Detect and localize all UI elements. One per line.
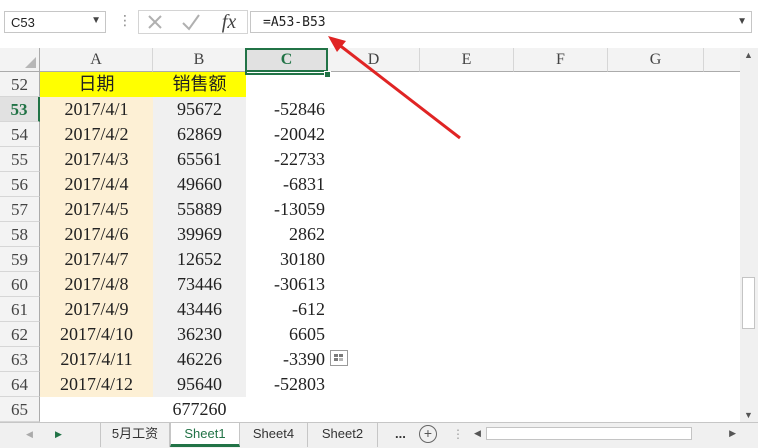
column-header-a[interactable]: A [40,48,153,72]
result-cell[interactable]: -52803 [246,372,328,397]
tab-sheet2[interactable]: Sheet2 [308,423,378,447]
chevron-down-icon[interactable]: ▼ [91,15,101,26]
row-header[interactable]: 54 [0,122,40,147]
row-header[interactable]: 64 [0,372,40,397]
formula-text: =A53-B53 [263,15,326,30]
sales-cell[interactable]: 12652 [153,247,246,272]
sales-cell[interactable]: 36230 [153,322,246,347]
column-header-d[interactable]: D [328,48,420,72]
date-cell[interactable]: 2017/4/9 [40,297,153,322]
sales-cell[interactable]: 65561 [153,147,246,172]
row-header[interactable]: 62 [0,322,40,347]
row-header[interactable]: 61 [0,297,40,322]
sheet-tab-bar: ◀ ▶ 5月工资 Sheet1 Sheet4 Sheet2 ... + ⋮ ◀ … [0,422,758,448]
row-header[interactable]: 56 [0,172,40,197]
tab-5yue-gongzi[interactable]: 5月工资 [100,423,170,447]
scroll-left-icon[interactable]: ◀ [474,428,481,439]
sales-cell[interactable]: 73446 [153,272,246,297]
sales-cell[interactable]: 62869 [153,122,246,147]
total-cell[interactable]: 677260 [153,397,246,422]
sales-cell[interactable]: 55889 [153,197,246,222]
scroll-down-icon[interactable]: ▼ [744,410,753,420]
horizontal-scrollbar[interactable]: ◀ ▶ [470,426,740,442]
date-cell[interactable]: 2017/4/2 [40,122,153,147]
row-header[interactable]: 58 [0,222,40,247]
name-box-value: C53 [11,15,35,30]
date-cell[interactable]: 2017/4/6 [40,222,153,247]
scroll-up-icon[interactable]: ▲ [744,50,753,60]
enter-icon[interactable] [176,10,206,34]
cancel-icon[interactable] [140,10,170,34]
spreadsheet-grid: A B C D E F G 52 日期 销售额 53 2017/4/1 95672-… [0,48,740,422]
tab-sheet1[interactable]: Sheet1 [170,423,240,447]
more-sheets-button[interactable]: ... [395,426,406,441]
quick-analysis-icon[interactable] [330,350,348,366]
sales-cell[interactable]: 95672 [153,97,246,122]
column-header-g[interactable]: G [608,48,704,72]
header-cell-sales[interactable]: 销售额 [153,72,246,97]
sales-cell[interactable]: 43446 [153,297,246,322]
more-vertical-icon: ⋮ [452,427,464,441]
sales-cell[interactable]: 49660 [153,172,246,197]
date-cell[interactable]: 2017/4/10 [40,322,153,347]
row-header[interactable]: 57 [0,197,40,222]
date-cell[interactable]: 2017/4/5 [40,197,153,222]
result-cell[interactable]: -22733 [246,147,328,172]
date-cell[interactable]: 2017/4/12 [40,372,153,397]
formula-input[interactable]: =A53-B53 ▼ [250,11,752,33]
sales-cell[interactable]: 95640 [153,372,246,397]
date-cell[interactable]: 2017/4/11 [40,347,153,372]
sales-cell[interactable]: 46226 [153,347,246,372]
result-cell[interactable]: 6605 [246,322,328,347]
row-header[interactable]: 55 [0,147,40,172]
fill-handle[interactable] [324,71,331,78]
result-cell[interactable]: -6831 [246,172,328,197]
function-icon[interactable]: fx [214,10,244,34]
column-header-e[interactable]: E [420,48,514,72]
date-cell[interactable]: 2017/4/8 [40,272,153,297]
header-cell-date[interactable]: 日期 [40,72,153,97]
result-cell[interactable]: 2862 [246,222,328,247]
horizontal-scroll-thumb[interactable] [486,427,692,440]
date-cell[interactable]: 2017/4/7 [40,247,153,272]
sales-cell[interactable]: 39969 [153,222,246,247]
row-header[interactable]: 63 [0,347,40,372]
date-cell[interactable]: 2017/4/3 [40,147,153,172]
column-header-b[interactable]: B [153,48,246,72]
result-cell[interactable]: -612 [246,297,328,322]
name-box[interactable]: C53 ▼ [4,11,106,33]
result-cell[interactable]: -13059 [246,197,328,222]
column-header-h[interactable] [704,48,740,72]
formula-bar: C53 ▼ ⋮ fx =A53-B53 ▼ [0,0,758,44]
result-cell[interactable]: -52846 [246,97,328,122]
result-cell[interactable]: -30613 [246,272,328,297]
date-cell[interactable]: 2017/4/1 [40,97,153,122]
vertical-scroll-thumb[interactable] [742,277,755,329]
date-cell[interactable]: 2017/4/4 [40,172,153,197]
row-header[interactable]: 52 [0,72,40,97]
scroll-right-icon[interactable]: ▶ [729,428,736,439]
tab-scroll-right-icon[interactable]: ▶ [55,429,62,440]
more-vertical-icon: ⋮ [118,12,132,28]
vertical-scrollbar[interactable]: ▲ ▼ [740,48,758,422]
result-cell[interactable]: -3390 [246,347,328,372]
result-cell[interactable]: 30180 [246,247,328,272]
row-header[interactable]: 53 [0,97,40,122]
row-header[interactable]: 65 [0,397,40,422]
result-cell[interactable]: -20042 [246,122,328,147]
expand-formula-icon[interactable]: ▼ [737,16,747,27]
column-header-c[interactable]: C [246,48,328,72]
column-header-f[interactable]: F [514,48,608,72]
row-header[interactable]: 59 [0,247,40,272]
row-header[interactable]: 60 [0,272,40,297]
add-sheet-icon[interactable]: + [419,425,437,443]
tab-sheet4[interactable]: Sheet4 [240,423,308,447]
select-all-corner[interactable] [0,48,40,72]
tab-scroll-left-icon[interactable]: ◀ [26,429,33,440]
